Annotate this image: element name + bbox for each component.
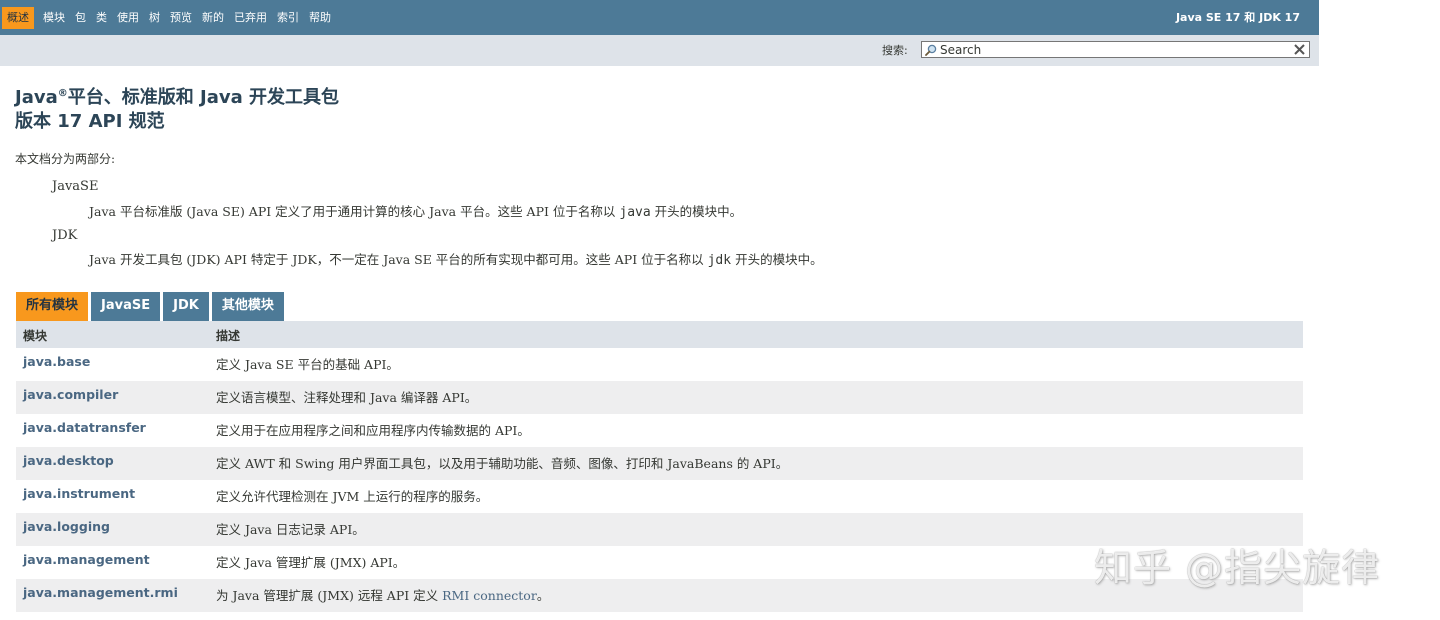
code-jdk: jdk — [707, 253, 732, 268]
desc-javase-pre: Java 平台标准版 (Java SE) API 定义了用于通用计算的核心 Ja… — [89, 204, 620, 219]
term-jdk: JDK — [52, 228, 78, 243]
title-line1-rest: 平台、标准版和 Java 开发工具包 — [67, 87, 339, 108]
table-header: 模块 描述 — [16, 321, 1303, 348]
desc-jdk-post: 开头的模块中。 — [731, 252, 823, 267]
table-row: java.instrument 定义允许代理检测在 JVM 上运行的程序的服务。 — [16, 480, 1303, 513]
module-link[interactable]: java.base — [23, 348, 90, 376]
column-header-module: 模块 — [23, 329, 48, 343]
module-description: 定义 Java SE 平台的基础 API。 — [216, 357, 399, 372]
title-java: Java — [15, 87, 58, 108]
module-link[interactable]: java.logging — [23, 513, 110, 541]
module-description: 定义 Java 日志记录 API。 — [216, 522, 365, 537]
module-link[interactable]: java.management — [23, 546, 150, 574]
nav-item-module[interactable]: 模块 — [38, 7, 70, 29]
intro-lead: 本文档分为两部分: — [15, 152, 116, 166]
about-language: Java SE 17 和 JDK 17 — [1175, 11, 1300, 24]
search-box — [921, 41, 1310, 58]
module-description: 定义语言模型、注释处理和 Java 编译器 API。 — [216, 390, 478, 405]
module-description: 为 Java 管理扩展 (JMX) 远程 API 定义 RMI connecto… — [216, 579, 549, 613]
table-row: java.base 定义 Java SE 平台的基础 API。 — [16, 348, 1303, 381]
reset-search-icon[interactable] — [1293, 43, 1306, 56]
module-description: 定义用于在应用程序之间和应用程序内传输数据的 API。 — [216, 423, 530, 438]
module-description: 定义 Java 管理扩展 (JMX) API。 — [216, 555, 406, 570]
desc-javase-post: 开头的模块中。 — [650, 204, 743, 219]
nav-item-help[interactable]: 帮助 — [304, 7, 336, 29]
nav-item-preview[interactable]: 预览 — [165, 7, 197, 29]
sub-navigation-bar: 搜索: — [0, 35, 1319, 66]
desc-jdk: Java 开发工具包 (JDK) API 特定于 JDK，不一定在 Java S… — [89, 251, 823, 270]
module-description: 定义允许代理检测在 JVM 上运行的程序的服务。 — [216, 489, 489, 504]
desc-jdk-pre: Java 开发工具包 (JDK) API 特定于 JDK，不一定在 Java S… — [89, 252, 708, 267]
module-link[interactable]: java.desktop — [23, 447, 114, 475]
code-java: java — [619, 205, 651, 220]
module-description-pre: 为 Java 管理扩展 (JMX) 远程 API 定义 — [216, 588, 443, 603]
tab-all-modules[interactable]: 所有模块 — [16, 292, 89, 321]
term-javase: JavaSE — [52, 179, 99, 194]
module-link[interactable]: java.compiler — [23, 381, 118, 409]
page-title: Java®平台、标准版和 Java 开发工具包 版本 17 API 规范 — [15, 86, 339, 134]
top-navigation-bar: 概述 模块 包 类 使用 树 预览 新的 已弃用 索引 帮助 Java SE 1… — [0, 0, 1319, 35]
module-tabs: 所有模块 JavaSE JDK 其他模块 — [16, 292, 287, 321]
table-row: java.compiler 定义语言模型、注释处理和 Java 编译器 API。 — [16, 381, 1303, 414]
nav-item-deprecated[interactable]: 已弃用 — [229, 7, 272, 29]
nav-item-class[interactable]: 类 — [91, 7, 112, 29]
column-header-description: 描述 — [216, 329, 241, 343]
module-description-post: 。 — [536, 588, 550, 603]
module-link[interactable]: java.instrument — [23, 480, 135, 508]
module-link[interactable]: java.management.rmi — [23, 579, 178, 607]
nav-item-use[interactable]: 使用 — [112, 7, 144, 29]
zhihu-watermark: 知乎 @指尖旋律 — [1094, 546, 1381, 590]
nav-item-index[interactable]: 索引 — [272, 7, 304, 29]
tab-other-modules[interactable]: 其他模块 — [211, 292, 284, 321]
module-link[interactable]: java.datatransfer — [23, 414, 146, 442]
tab-jdk[interactable]: JDK — [163, 292, 209, 321]
registered-mark: ® — [57, 88, 68, 99]
rmi-connector-link[interactable]: RMI connector — [442, 588, 537, 603]
nav-items: 概述 模块 包 类 使用 树 预览 新的 已弃用 索引 帮助 — [0, 0, 336, 35]
table-row: java.datatransfer 定义用于在应用程序之间和应用程序内传输数据的… — [16, 414, 1303, 447]
title-line2: 版本 17 API 规范 — [15, 111, 165, 132]
javadoc-page: 概述 模块 包 类 使用 树 预览 新的 已弃用 索引 帮助 Java SE 1… — [0, 0, 1319, 612]
search-icon — [925, 44, 937, 56]
module-description: 定义 AWT 和 Swing 用户界面工具包，以及用于辅助功能、音频、图像、打印… — [216, 456, 789, 471]
nav-item-package[interactable]: 包 — [70, 7, 91, 29]
nav-item-new[interactable]: 新的 — [197, 7, 229, 29]
nav-item-tree[interactable]: 树 — [144, 7, 165, 29]
nav-item-overview[interactable]: 概述 — [2, 6, 34, 29]
table-row: java.desktop 定义 AWT 和 Swing 用户界面工具包，以及用于… — [16, 447, 1303, 480]
tab-javase[interactable]: JavaSE — [91, 292, 161, 321]
search-input[interactable] — [940, 42, 1290, 57]
search-label: 搜索: — [882, 44, 908, 57]
desc-javase: Java 平台标准版 (Java SE) API 定义了用于通用计算的核心 Ja… — [89, 203, 742, 222]
